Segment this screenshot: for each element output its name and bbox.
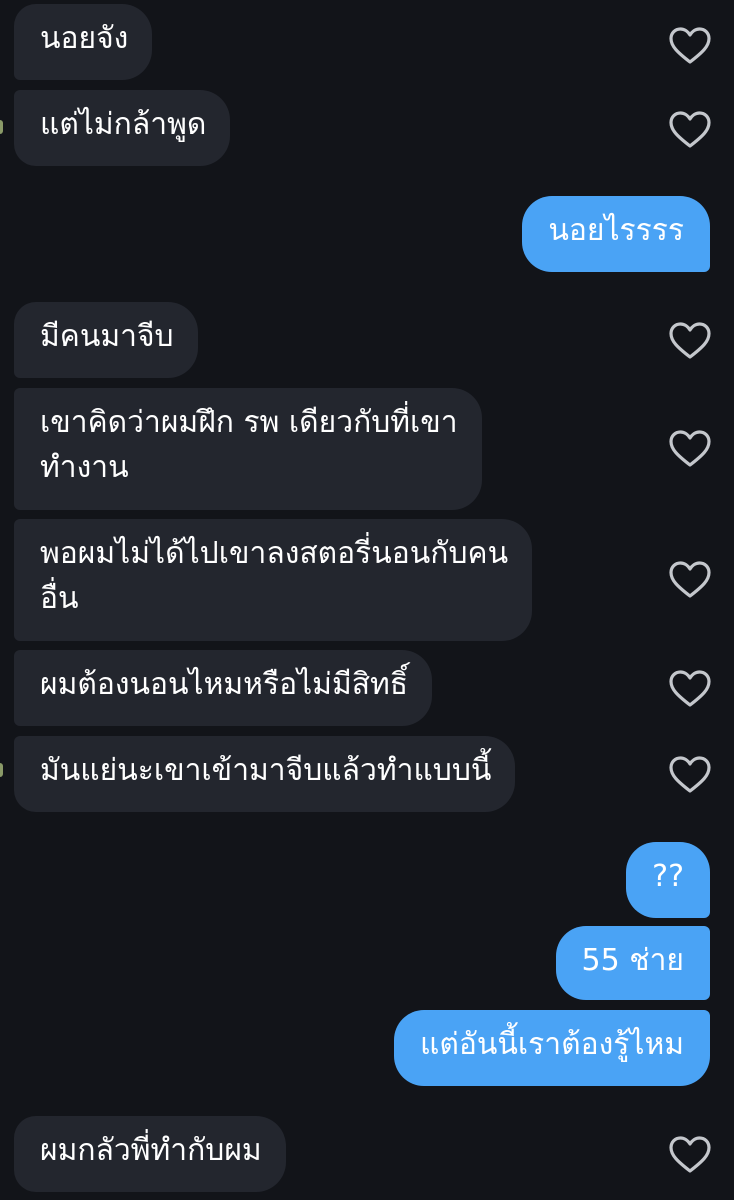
incoming-message-bubble[interactable]: ผมกลัวพี่ทำกับผม	[14, 1116, 286, 1192]
outgoing-message-bubble[interactable]: 55 ช่าย	[555, 926, 710, 1000]
incoming-message-bubble[interactable]: ผมต้องนอนไหมหรือไม่มีสิทธิ์	[14, 650, 433, 726]
like-heart-button[interactable]	[669, 322, 711, 360]
heart-outline-icon	[669, 756, 711, 793]
incoming-message-bubble[interactable]: แต่ไม่กล้าพูด	[14, 90, 231, 166]
heart-outline-icon	[669, 322, 711, 359]
like-heart-button[interactable]	[669, 561, 711, 599]
avatar-edge	[0, 120, 3, 134]
like-heart-button[interactable]	[669, 756, 711, 794]
heart-outline-icon	[669, 1136, 711, 1173]
incoming-message-bubble[interactable]: นอยจัง	[14, 4, 153, 80]
like-heart-button[interactable]	[669, 27, 711, 65]
incoming-message-bubble[interactable]: เขาคิดว่าผมฝึก รพ เดียวกับที่เขา ทำงาน	[14, 388, 482, 510]
message-text-line: ทำงาน	[40, 450, 129, 485]
like-heart-button[interactable]	[669, 670, 711, 708]
chat-thread: นอยจัง แต่ไม่กล้าพูด นอยไรรรร มีคนมาจีบ …	[0, 0, 734, 1200]
like-heart-button[interactable]	[669, 430, 711, 468]
heart-outline-icon	[669, 670, 711, 707]
message-text: ผมกลัวพี่ทำกับผม	[40, 1133, 262, 1168]
message-text: แต่อันนี้เราต้องรู้ไหม	[420, 1027, 684, 1062]
heart-outline-icon	[669, 111, 711, 148]
heart-outline-icon	[669, 561, 711, 598]
message-text-line: เขาคิดว่าผมฝึก รพ เดียวกับที่เขา	[40, 405, 458, 440]
outgoing-message-bubble[interactable]: นอยไรรรร	[522, 196, 710, 272]
incoming-message-bubble[interactable]: มันแย่นะเขาเข้ามาจีบแล้วทำแบบนี้	[14, 736, 516, 812]
heart-outline-icon	[669, 27, 711, 64]
message-text: นอยจัง	[40, 21, 129, 56]
message-text: แต่ไม่กล้าพูด	[40, 107, 207, 142]
outgoing-message-bubble[interactable]: แต่อันนี้เราต้องรู้ไหม	[394, 1010, 710, 1086]
outgoing-message-bubble[interactable]: ??	[626, 842, 710, 918]
like-heart-button[interactable]	[669, 111, 711, 149]
incoming-message-bubble[interactable]: มีคนมาจีบ	[14, 302, 198, 378]
message-text-line: อื่น	[40, 581, 79, 616]
message-text: ??	[652, 859, 684, 894]
message-text: นอยไรรรร	[548, 213, 684, 248]
like-heart-button[interactable]	[669, 1136, 711, 1174]
message-text: มีคนมาจีบ	[40, 319, 174, 354]
message-text: 55 ช่าย	[581, 943, 685, 978]
message-text-line: พอผมไม่ได้ไปเขาลงสตอรี่นอนกับคน	[40, 536, 509, 571]
heart-outline-icon	[669, 430, 711, 467]
message-text: มันแย่นะเขาเข้ามาจีบแล้วทำแบบนี้	[40, 753, 492, 788]
message-text: ผมต้องนอนไหมหรือไม่มีสิทธิ์	[40, 667, 409, 702]
avatar-edge	[0, 763, 3, 777]
incoming-message-bubble[interactable]: พอผมไม่ได้ไปเขาลงสตอรี่นอนกับคน อื่น	[14, 519, 533, 641]
